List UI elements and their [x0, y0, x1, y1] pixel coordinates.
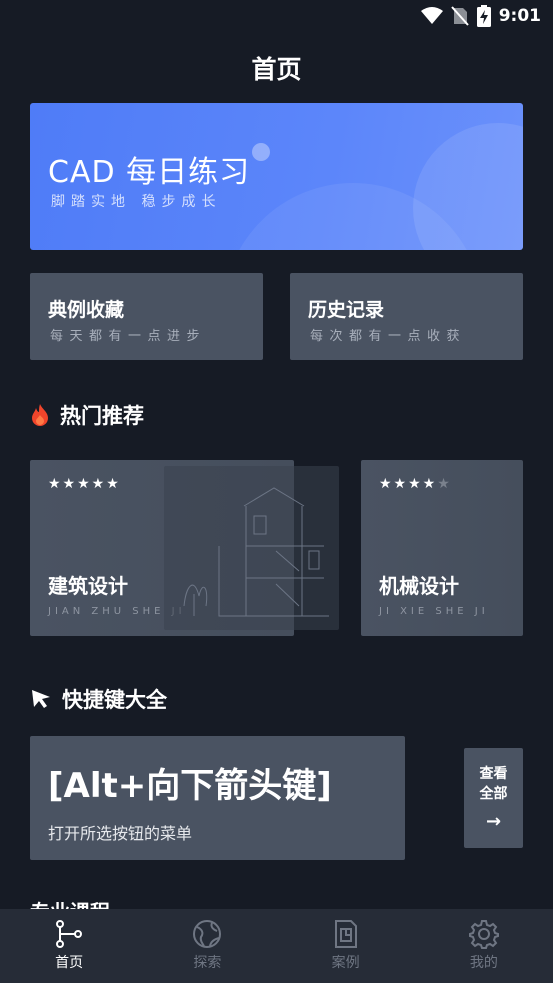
hot-card-mechanical[interactable]: ★★★★★ 机械设计 JI XIE SHE JI: [361, 460, 523, 636]
view-all-label-2: 全部: [479, 786, 508, 802]
status-time: 9:01: [498, 6, 541, 26]
shortcut-key: [Alt+向下箭头键]: [48, 766, 332, 806]
view-all-label-1: 查看: [479, 766, 508, 782]
building-drawing-icon: [183, 487, 329, 617]
page-title: 首页: [251, 55, 302, 84]
nav-label-home: 首页: [55, 955, 84, 971]
nav-item-cases[interactable]: 案例: [277, 909, 415, 983]
favorites-card[interactable]: 典例收藏 每天都有一点进步: [30, 273, 263, 360]
nav-item-home[interactable]: 首页: [0, 909, 138, 983]
nav-item-mine[interactable]: 我的: [415, 909, 553, 983]
cursor-icon: [32, 690, 50, 708]
gear-icon: [468, 920, 499, 949]
graph-nodes-icon: [56, 920, 83, 948]
favorites-subtitle: 每天都有一点进步: [50, 329, 207, 344]
banner-title: CAD 每日练习: [48, 155, 251, 190]
globe-icon: [193, 920, 222, 948]
status-icons: 9:01: [420, 5, 541, 27]
history-title: 历史记录: [308, 299, 385, 321]
banner-subtitle: 脚踏实地 稳步成长: [51, 194, 222, 210]
nav-label-cases: 案例: [331, 955, 360, 971]
banner-dot: [252, 143, 270, 161]
fire-icon: [32, 404, 48, 426]
arrow-right-icon: →: [485, 811, 502, 832]
nav-label-explore: 探索: [193, 955, 222, 971]
history-subtitle: 每次都有一点收获: [310, 329, 467, 344]
rating-stars: ★★★★★: [48, 476, 121, 492]
banner-decoration: [413, 123, 523, 250]
wifi-icon: [420, 7, 443, 24]
shortcut-section-title: 快捷键大全: [62, 688, 167, 712]
no-sim-icon: [450, 6, 469, 26]
view-all-button[interactable]: 查看 全部 →: [464, 748, 523, 848]
history-card[interactable]: 历史记录 每次都有一点收获: [290, 273, 523, 360]
hot-card-title: 建筑设计: [48, 574, 128, 598]
daily-practice-banner[interactable]: CAD 每日练习 脚踏实地 稳步成长: [30, 103, 523, 250]
shortcut-description: 打开所选按钮的菜单: [48, 824, 193, 843]
nav-item-explore[interactable]: 探索: [138, 909, 276, 983]
shortcut-section-header: 快捷键大全: [30, 684, 167, 714]
hot-card-title: 机械设计: [379, 574, 459, 598]
favorites-title: 典例收藏: [48, 299, 125, 321]
nav-label-mine: 我的: [469, 955, 498, 971]
bottom-nav: 首页 探索 案例 我的: [0, 909, 553, 983]
hot-section-header: 热门推荐: [30, 400, 144, 430]
blueprint-icon: [334, 920, 357, 948]
shortcut-card[interactable]: [Alt+向下箭头键] 打开所选按钮的菜单: [30, 736, 405, 860]
battery-charging-icon: [476, 5, 491, 27]
status-bar: 9:01: [0, 0, 553, 32]
hot-section-title: 热门推荐: [60, 404, 144, 428]
building-illustration: [164, 466, 339, 630]
hot-card-subtitle: JI XIE SHE JI: [379, 606, 489, 617]
rating-stars: ★★★★★: [379, 476, 452, 492]
